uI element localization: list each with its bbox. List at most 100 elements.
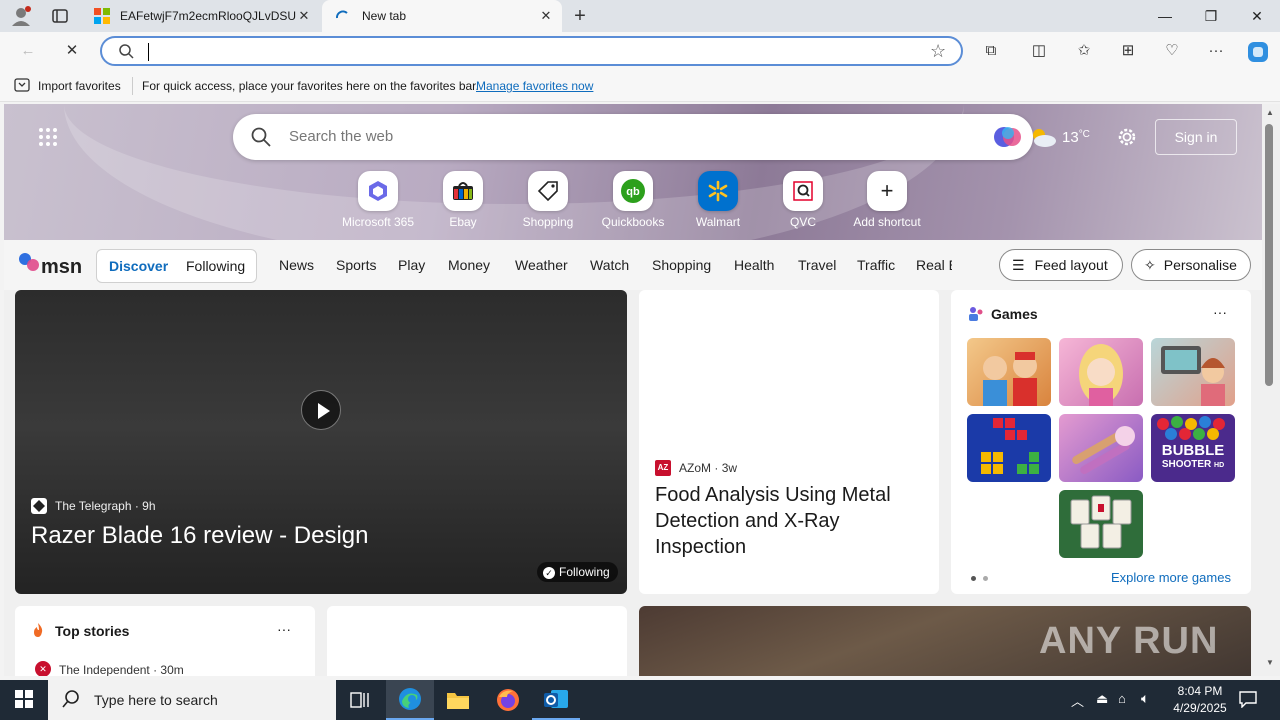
explore-more-games-link[interactable]: Explore more games xyxy=(1111,570,1231,585)
game-tile-1[interactable] xyxy=(967,338,1051,406)
carousel-dot[interactable] xyxy=(983,576,988,581)
web-search-box[interactable]: Search the web xyxy=(233,114,1033,160)
browser-essentials-icon[interactable]: ♡ xyxy=(1158,37,1186,65)
file-explorer-icon[interactable] xyxy=(434,680,482,720)
settings-gear-icon[interactable] xyxy=(1116,126,1138,148)
address-input[interactable] xyxy=(148,43,908,61)
address-bar[interactable]: ☆ xyxy=(100,36,963,66)
game-tile-4[interactable] xyxy=(967,414,1051,482)
nav-news[interactable]: News xyxy=(279,257,314,273)
clock[interactable]: 8:04 PM 4/29/2025 xyxy=(1164,683,1236,717)
page-scrollbar[interactable]: ▲ ▼ xyxy=(1262,104,1280,676)
video-title[interactable]: Razer Blade 16 review - Design xyxy=(31,522,369,550)
discover-tab[interactable]: Discover xyxy=(109,258,168,274)
nav-health[interactable]: Health xyxy=(734,257,774,273)
back-arrow-icon[interactable]: ← xyxy=(14,37,42,65)
scroll-up-icon[interactable]: ▲ xyxy=(1266,108,1274,117)
shortcut-walmart[interactable]: Walmart xyxy=(678,171,758,229)
copilot-icon[interactable] xyxy=(1245,39,1271,65)
article-title[interactable]: Food Analysis Using Metal Detection and … xyxy=(655,482,925,560)
search-icon xyxy=(251,127,271,150)
game-tile-mahjong[interactable] xyxy=(1059,490,1143,558)
tab-eafetwj[interactable]: EAFetwjF7m2ecmRlooQJLvDSU9 ✕ xyxy=(84,0,320,32)
outlook-icon[interactable] xyxy=(532,680,580,720)
qvc-icon xyxy=(783,171,823,211)
bubble-shooter-subtitle: SHOOTER HD xyxy=(1155,459,1231,470)
network-icon[interactable]: ⌂ xyxy=(1118,691,1126,706)
shortcut-microsoft365[interactable]: Microsoft 365 xyxy=(338,171,418,229)
nav-travel[interactable]: Travel xyxy=(798,257,836,273)
loading-spinner-icon xyxy=(334,8,350,24)
favorite-star-icon[interactable]: ☆ xyxy=(930,41,946,62)
windows-logo-icon xyxy=(94,8,110,24)
import-favorites-button[interactable]: Import favorites xyxy=(38,79,121,93)
game-tile-bubble-shooter[interactable]: BUBBLE SHOOTER HD xyxy=(1151,414,1235,482)
discover-following-toggle: Discover Following xyxy=(96,249,257,283)
taskbar-search[interactable]: Type here to search xyxy=(48,680,336,720)
scroll-thumb[interactable] xyxy=(1265,124,1273,386)
search-icon xyxy=(62,689,80,711)
extensions-icon[interactable]: ⧉ xyxy=(977,37,1005,65)
image-card[interactable]: ANY RUN xyxy=(639,606,1251,676)
volume-icon[interactable]: 🔈︎ xyxy=(1141,690,1149,707)
following-badge[interactable]: ✓ Following xyxy=(537,562,618,582)
nav-watch[interactable]: Watch xyxy=(590,257,629,273)
shortcut-ebay[interactable]: Ebay xyxy=(423,171,503,229)
more-options-icon[interactable]: ··· xyxy=(1202,37,1230,65)
restore-icon[interactable]: ❐ xyxy=(1188,0,1234,32)
weather-temperature[interactable]: 13°C xyxy=(1062,129,1090,146)
taskbar-search-input[interactable]: Type here to search xyxy=(94,692,218,708)
scroll-down-icon[interactable]: ▼ xyxy=(1266,658,1274,667)
split-screen-icon[interactable]: ◫ xyxy=(1025,37,1053,65)
collections-icon[interactable]: ⊞ xyxy=(1114,37,1142,65)
nav-play[interactable]: Play xyxy=(398,257,425,273)
stop-loading-icon[interactable]: ✕ xyxy=(58,37,86,65)
carousel-dot-active[interactable] xyxy=(971,576,976,581)
close-window-icon[interactable]: ✕ xyxy=(1234,0,1280,32)
nav-weather[interactable]: Weather xyxy=(515,257,568,273)
shortcut-add[interactable]: + Add shortcut xyxy=(847,171,927,229)
nav-traffic[interactable]: Traffic xyxy=(857,257,895,273)
tab-actions-icon[interactable] xyxy=(50,7,70,25)
task-view-icon[interactable] xyxy=(336,680,384,720)
sign-in-button[interactable]: Sign in xyxy=(1155,119,1237,155)
game-tile-5[interactable] xyxy=(1059,414,1143,482)
shortcut-qvc[interactable]: QVC xyxy=(763,171,843,229)
more-options-icon[interactable]: ··· xyxy=(277,621,291,637)
new-tab-icon[interactable]: + xyxy=(570,6,590,26)
close-tab-icon[interactable]: ✕ xyxy=(296,8,312,24)
show-hidden-icons[interactable]: ︿ xyxy=(1071,691,1084,710)
close-tab-icon[interactable]: ✕ xyxy=(538,8,554,24)
clock-time: 8:04 PM xyxy=(1177,684,1223,698)
video-card[interactable]: The Telegraph · 9h Razer Blade 16 review… xyxy=(15,290,627,594)
nav-money[interactable]: Money xyxy=(448,257,490,273)
shortcut-quickbooks[interactable]: qb Quickbooks xyxy=(593,171,673,229)
personalise-icon: ✧ xyxy=(1144,256,1156,273)
web-search-input[interactable]: Search the web xyxy=(289,128,393,145)
article-card[interactable]: AZ AZoM · 3w Food Analysis Using Metal D… xyxy=(639,290,939,594)
nav-shopping[interactable]: Shopping xyxy=(652,257,711,273)
manage-favorites-link[interactable]: Manage favorites now xyxy=(476,79,593,93)
game-tile-3[interactable] xyxy=(1151,338,1235,406)
more-options-icon[interactable]: ··· xyxy=(1213,304,1227,320)
play-button-icon[interactable] xyxy=(301,390,341,430)
msn-logo[interactable]: msn xyxy=(16,250,82,280)
tab-new-tab[interactable]: New tab ✕ xyxy=(322,0,562,32)
start-button[interactable] xyxy=(0,680,48,720)
nav-real-estate[interactable]: Real E xyxy=(916,257,952,273)
minimize-icon[interactable]: — xyxy=(1142,0,1188,32)
copilot-search-icon[interactable] xyxy=(993,123,1023,151)
favorites-icon[interactable]: ✩ xyxy=(1070,37,1098,65)
firefox-icon[interactable] xyxy=(484,680,532,720)
usb-device-icon[interactable]: ⏏ xyxy=(1096,691,1108,707)
app-launcher-icon[interactable] xyxy=(38,127,58,147)
feed-layout-button[interactable]: ☰ Feed layout xyxy=(999,249,1123,281)
profile-icon[interactable] xyxy=(8,4,34,28)
notifications-icon[interactable] xyxy=(1238,690,1258,709)
following-tab[interactable]: Following xyxy=(186,258,245,274)
nav-sports[interactable]: Sports xyxy=(336,257,376,273)
game-tile-2[interactable] xyxy=(1059,338,1143,406)
personalise-button[interactable]: ✧ Personalise xyxy=(1131,249,1251,281)
shortcut-shopping[interactable]: Shopping xyxy=(508,171,588,229)
edge-taskbar-icon[interactable] xyxy=(386,680,434,720)
